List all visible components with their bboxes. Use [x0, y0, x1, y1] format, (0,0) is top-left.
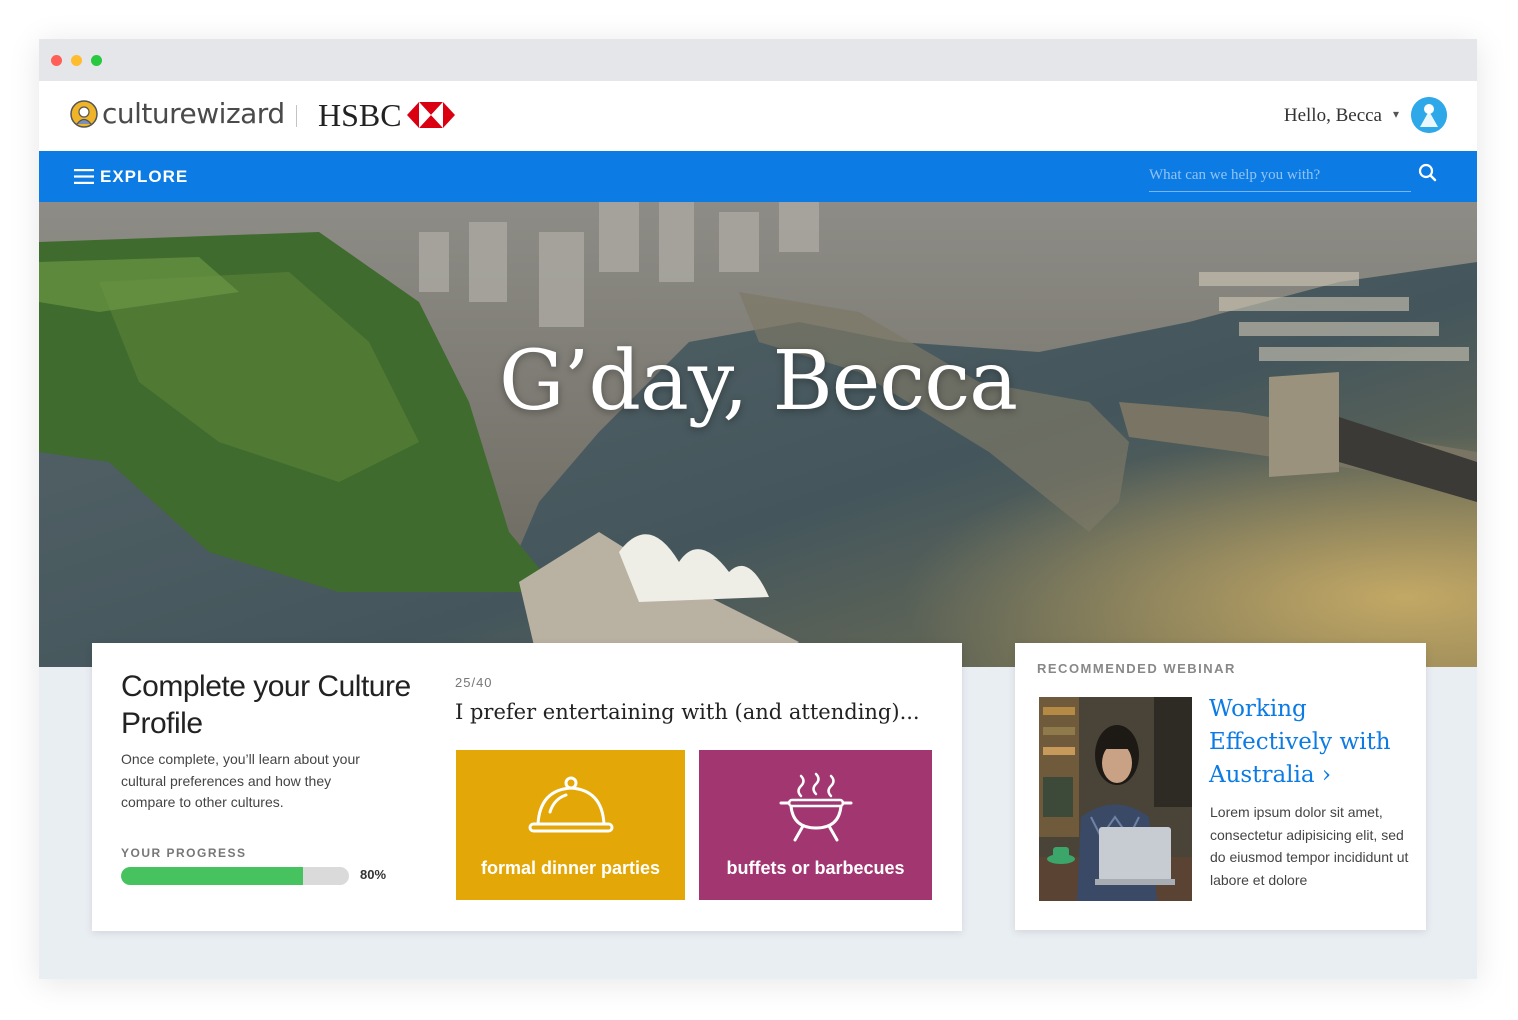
question-text: I prefer entertaining with (and attendin…	[455, 700, 920, 724]
window-titlebar	[39, 39, 1477, 81]
close-window-button[interactable]	[51, 55, 62, 66]
culture-profile-card: Complete your Culture Profile Once compl…	[92, 643, 962, 931]
user-greeting[interactable]: Hello, Becca	[1284, 105, 1382, 127]
hero-banner: G’day, Becca	[39, 202, 1477, 667]
webinar-thumbnail[interactable]	[1039, 697, 1192, 901]
person-with-laptop-image	[1039, 697, 1192, 901]
header-divider	[296, 105, 297, 127]
site-header: culturewizard HSBC Hello, Becca ▾	[39, 81, 1477, 151]
browser-window: culturewizard HSBC Hello, Becca ▾ EXPLOR…	[39, 39, 1477, 979]
barbecue-icon	[779, 772, 852, 842]
culturewizard-logo-icon	[70, 100, 98, 128]
webinar-description: Lorem ipsum dolor sit amet, consectetur …	[1210, 804, 1409, 888]
progress-percentage: 80%	[360, 867, 387, 882]
progress-bar	[121, 867, 349, 885]
cloche-icon	[528, 776, 613, 833]
progress-bar-fill	[121, 867, 304, 885]
hamburger-menu-icon[interactable]	[74, 169, 94, 184]
question-counter: 25/40	[455, 675, 493, 690]
sydney-harbour-hero-image	[39, 202, 1477, 667]
option-label: buffets or barbecues	[726, 858, 905, 878]
hero-greeting-title: G’day, Becca	[498, 334, 1018, 429]
webinar-title-link[interactable]: Working Effectively with Australia ›	[1209, 693, 1409, 792]
minimize-window-button[interactable]	[71, 55, 82, 66]
search-icon[interactable]	[1417, 162, 1439, 184]
culturewizard-wordmark[interactable]: culturewizard	[102, 97, 285, 130]
hsbc-hexagon-logo-icon	[407, 102, 455, 128]
maximize-window-button[interactable]	[91, 55, 102, 66]
avatar[interactable]	[1411, 97, 1447, 133]
explore-menu-button[interactable]: EXPLORE	[100, 167, 188, 187]
chevron-down-icon[interactable]: ▾	[1393, 107, 1399, 121]
profile-card-title: Complete your Culture Profile	[121, 670, 411, 740]
hsbc-wordmark: HSBC	[318, 97, 402, 133]
option-label: formal dinner parties	[480, 858, 661, 878]
option-buffets-or-barbecues[interactable]: buffets or barbecues	[699, 750, 932, 900]
option-formal-dinner-parties[interactable]: formal dinner parties	[456, 750, 685, 900]
progress-label: YOUR PROGRESS	[121, 846, 247, 860]
profile-card-description: Once complete, you’ll learn about your c…	[121, 751, 360, 810]
webinar-section-label: RECOMMENDED WEBINAR	[1037, 661, 1236, 676]
search-input[interactable]	[1149, 161, 1411, 192]
recommended-webinar-card: RECOMMENDED WEBINAR Working Effectively …	[1015, 643, 1426, 930]
main-navbar: EXPLORE	[39, 151, 1477, 202]
